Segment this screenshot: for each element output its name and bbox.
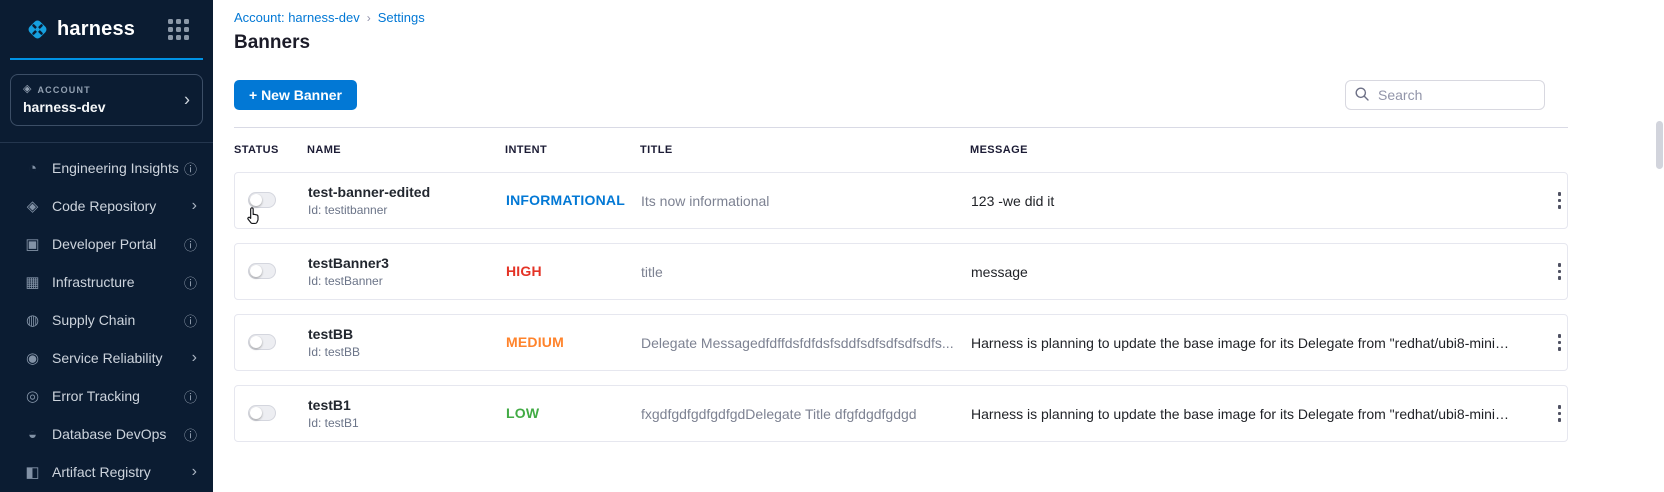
sidebar-item-artifact-registry[interactable]: ◧ Artifact Registry › (0, 453, 213, 491)
breadcrumb-account-link[interactable]: Account: harness-dev (234, 10, 360, 25)
harness-app: harness ◈ ACCOUNT harness-dev › ◔ Engine… (0, 0, 1664, 492)
chevron-right-icon: › (192, 197, 197, 215)
app-launcher-icon[interactable] (168, 19, 189, 40)
intent-badge: HIGH (506, 263, 542, 279)
column-header-message: MESSAGE (970, 144, 1534, 156)
sidebar: harness ◈ ACCOUNT harness-dev › ◔ Engine… (0, 0, 213, 492)
account-label: ACCOUNT (37, 85, 90, 95)
database-devops-icon: ◒ (24, 426, 41, 443)
info-icon[interactable]: ⓘ (184, 425, 197, 444)
column-header-status: STATUS (234, 144, 307, 156)
banner-title: Its now informational (641, 193, 971, 209)
search-icon (1354, 86, 1370, 107)
developer-portal-icon: ▣ (24, 235, 41, 253)
banner-id: Id: testBB (308, 345, 506, 359)
account-icon: ◈ (23, 84, 31, 95)
search-input[interactable] (1345, 80, 1545, 110)
info-icon[interactable]: ⓘ (184, 235, 197, 254)
chevron-right-icon: › (192, 463, 197, 481)
banner-title: title (641, 264, 971, 280)
banner-name: testBB (308, 326, 506, 342)
row-menu-button[interactable] (1552, 258, 1568, 285)
banner-id: Id: testBanner (308, 274, 506, 288)
banner-name: test-banner-edited (308, 184, 506, 200)
sidebar-item-database-devops[interactable]: ◒ Database DevOps ⓘ (0, 415, 213, 453)
sidebar-item-infrastructure[interactable]: ▦ Infrastructure ⓘ (0, 263, 213, 301)
engineering-insights-icon: ◔ (24, 160, 41, 177)
intent-badge: MEDIUM (506, 334, 564, 350)
sidebar-item-developer-portal[interactable]: ▣ Developer Portal ⓘ (0, 225, 213, 263)
page-header: Account: harness-dev › Settings Banners (234, 0, 1568, 62)
scrollbar-thumb[interactable] (1656, 121, 1663, 169)
table-row: testBB Id: testBB MEDIUM Delegate Messag… (234, 314, 1568, 371)
info-icon[interactable]: ⓘ (184, 159, 197, 178)
sidebar-nav: ◔ Engineering Insights ⓘ ◈ Code Reposito… (0, 142, 213, 491)
chevron-right-icon: › (192, 349, 197, 367)
breadcrumb-settings-link[interactable]: Settings (378, 10, 425, 25)
breadcrumb: Account: harness-dev › Settings (234, 10, 1568, 25)
intent-badge: INFORMATIONAL (506, 192, 625, 208)
table-row: test-banner-edited Id: testitbanner INFO… (234, 172, 1568, 229)
logo-text: harness (57, 18, 168, 41)
banner-message: Harness is planning to update the base i… (971, 335, 1533, 351)
service-reliability-icon: ◉ (24, 349, 41, 367)
sidebar-item-service-reliability[interactable]: ◉ Service Reliability › (0, 339, 213, 377)
infrastructure-icon: ▦ (24, 273, 41, 291)
sidebar-item-error-tracking[interactable]: ◎ Error Tracking ⓘ (0, 377, 213, 415)
search-box (1345, 80, 1545, 110)
supply-chain-icon: ◍ (24, 311, 41, 329)
harness-logo-icon (24, 16, 51, 43)
main-area: Account: harness-dev › Settings Banners … (213, 0, 1664, 492)
sidebar-item-supply-chain[interactable]: ◍ Supply Chain ⓘ (0, 301, 213, 339)
new-banner-button[interactable]: + New Banner (234, 80, 357, 110)
sidebar-item-engineering-insights[interactable]: ◔ Engineering Insights ⓘ (0, 149, 213, 187)
column-header-title: TITLE (640, 144, 970, 156)
account-name: harness-dev (23, 99, 190, 115)
breadcrumb-separator: › (367, 11, 371, 25)
account-selector[interactable]: ◈ ACCOUNT harness-dev › (10, 74, 203, 126)
toolbar: + New Banner (234, 62, 1568, 128)
page-title: Banners (234, 32, 1568, 54)
banner-id: Id: testB1 (308, 416, 506, 430)
table-header: STATUS NAME INTENT TITLE MESSAGE (234, 128, 1568, 172)
banner-id: Id: testitbanner (308, 203, 506, 217)
status-toggle[interactable] (248, 263, 276, 279)
sidebar-header: harness (10, 0, 203, 60)
error-tracking-icon: ◎ (24, 387, 41, 405)
table-row: testB1 Id: testB1 LOW fxgdfgdfgdfgdfgdDe… (234, 385, 1568, 442)
code-repository-icon: ◈ (24, 197, 41, 215)
intent-badge: LOW (506, 405, 539, 421)
artifact-registry-icon: ◧ (24, 463, 41, 481)
mouse-cursor-hand-icon (243, 206, 263, 233)
status-toggle[interactable] (248, 405, 276, 421)
banner-title: fxgdfgdfgdfgdfgdDelegate Title dfgfdgdfg… (641, 406, 971, 422)
info-icon[interactable]: ⓘ (184, 387, 197, 406)
banner-title: Delegate Messagedfdffdsfdfdsfsddfsdfsdfs… (641, 335, 971, 351)
table-row: testBanner3 Id: testBanner HIGH title me… (234, 243, 1568, 300)
column-header-name: NAME (307, 144, 505, 156)
banner-name: testBanner3 (308, 255, 506, 271)
column-header-intent: INTENT (505, 144, 640, 156)
banner-message: Harness is planning to update the base i… (971, 406, 1533, 422)
status-toggle[interactable] (248, 192, 276, 208)
sidebar-item-code-repository[interactable]: ◈ Code Repository › (0, 187, 213, 225)
banner-name: testB1 (308, 397, 506, 413)
info-icon[interactable]: ⓘ (184, 311, 197, 330)
row-menu-button[interactable] (1552, 187, 1568, 214)
banner-message: message (971, 264, 1533, 280)
info-icon[interactable]: ⓘ (184, 273, 197, 292)
status-toggle[interactable] (248, 334, 276, 350)
row-menu-button[interactable] (1552, 329, 1568, 356)
row-menu-button[interactable] (1552, 400, 1568, 427)
banner-message: 123 -we did it (971, 193, 1533, 209)
chevron-right-icon: › (184, 90, 190, 111)
